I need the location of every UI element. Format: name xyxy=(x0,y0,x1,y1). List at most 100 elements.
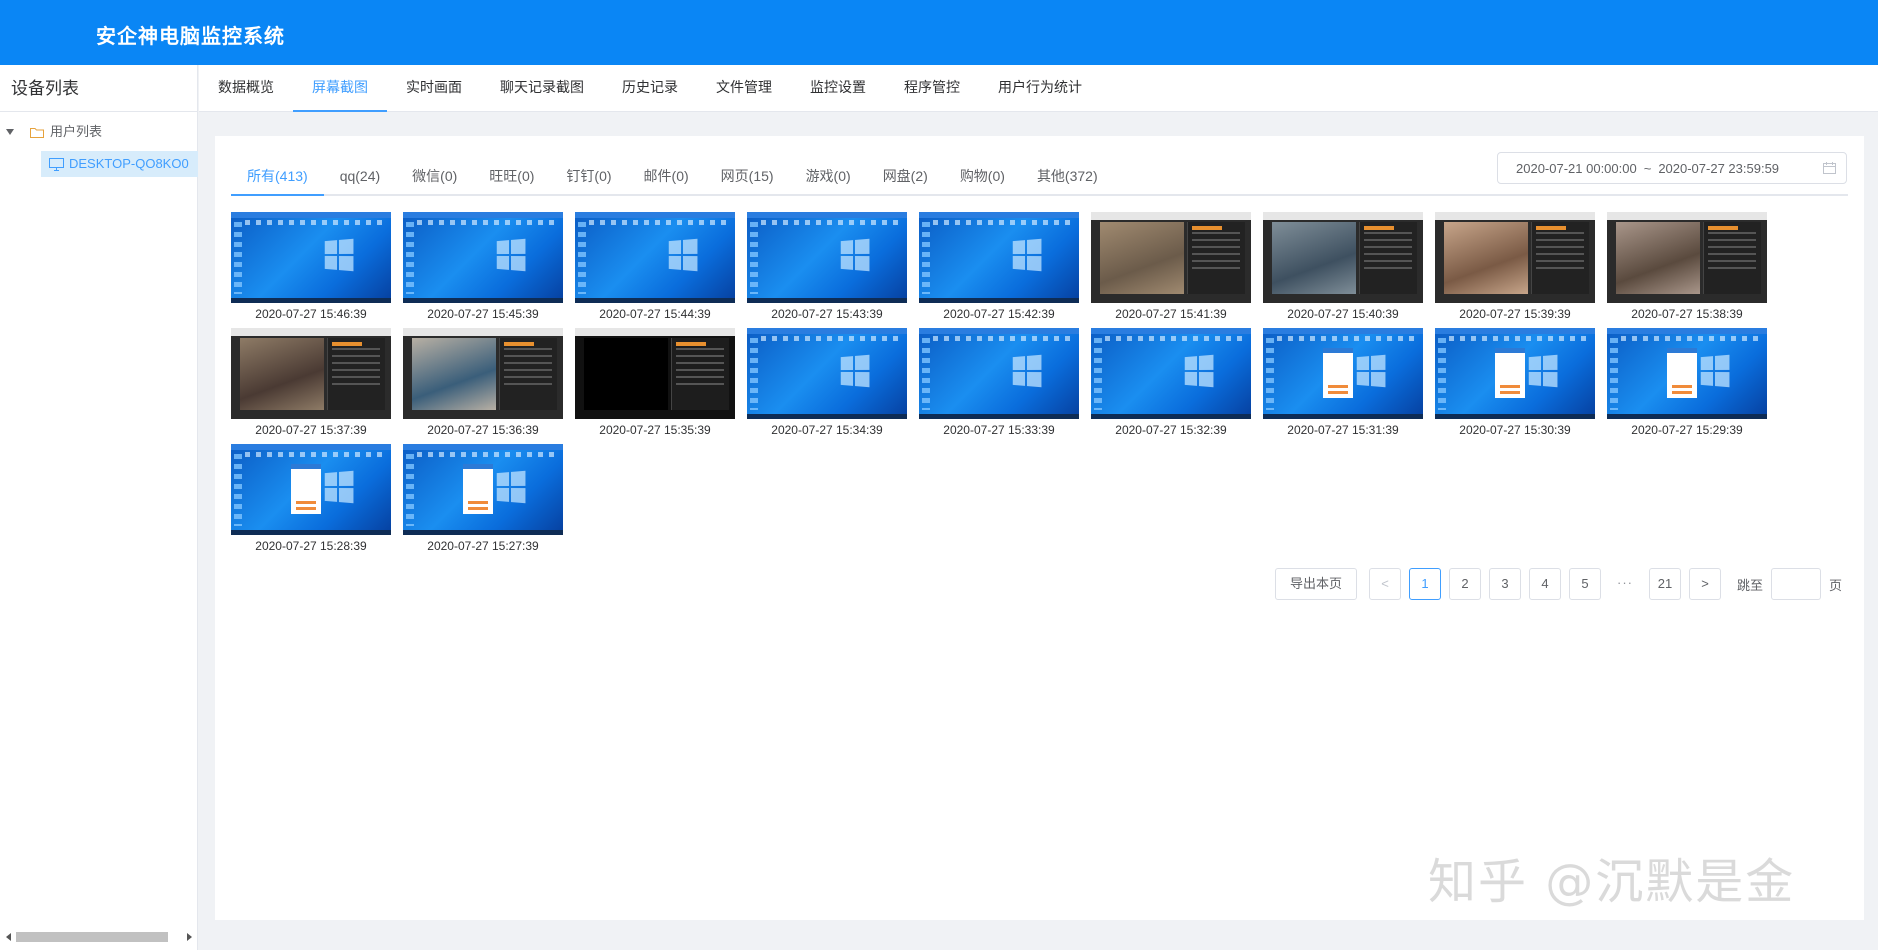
screenshot-thumbnail[interactable]: 2020-07-27 15:38:39 xyxy=(1607,212,1767,322)
nav-tab-2[interactable]: 实时画面 xyxy=(387,65,481,112)
category-tab-1[interactable]: qq(24) xyxy=(324,156,396,196)
screenshot-image[interactable] xyxy=(231,444,391,535)
page-button-1[interactable]: 1 xyxy=(1409,568,1442,600)
screenshot-timestamp: 2020-07-27 15:40:39 xyxy=(1287,307,1399,321)
scroll-left-icon[interactable] xyxy=(6,933,11,941)
screenshot-image[interactable] xyxy=(747,328,907,419)
screenshot-panel: 所有(413) qq(24) 微信(0) 旺旺(0) 钉钉(0) 邮件(0) 网页(15) 游… xyxy=(215,136,1864,920)
screenshot-image[interactable] xyxy=(1607,328,1767,419)
tree-node-device[interactable]: DESKTOP-QO8KO0 xyxy=(41,151,198,177)
scroll-right-icon[interactable] xyxy=(187,933,192,941)
screenshot-thumbnail[interactable]: 2020-07-27 15:42:39 xyxy=(919,212,1079,322)
screenshot-thumbnail[interactable]: 2020-07-27 15:28:39 xyxy=(231,444,391,554)
export-page-button[interactable]: 导出本页 xyxy=(1275,568,1358,600)
date-range-end: 2020-07-27 23:59:59 xyxy=(1658,160,1780,176)
pagination: 导出本页 < 12345 ··· 21 > 跳至 页 xyxy=(1275,568,1842,600)
page-unit-label: 页 xyxy=(1829,577,1843,593)
computer-icon xyxy=(49,157,64,171)
page-button-2[interactable]: 2 xyxy=(1449,568,1482,600)
caret-down-icon[interactable] xyxy=(6,129,14,135)
screenshot-timestamp: 2020-07-27 15:30:39 xyxy=(1459,423,1571,437)
screenshot-image[interactable] xyxy=(575,212,735,303)
category-tab-8[interactable]: 网盘(2) xyxy=(867,156,944,196)
category-tab-2[interactable]: 微信(0) xyxy=(396,156,473,196)
nav-tab-0[interactable]: 数据概览 xyxy=(199,65,293,112)
nav-tab-7[interactable]: 程序管控 xyxy=(885,65,979,112)
screenshot-image[interactable] xyxy=(403,444,563,535)
screenshot-thumbnail[interactable]: 2020-07-27 15:31:39 xyxy=(1263,328,1423,438)
nav-tab-1[interactable]: 屏幕截图 xyxy=(293,65,387,112)
screenshot-image[interactable] xyxy=(747,212,907,303)
next-page-button[interactable]: > xyxy=(1689,568,1722,600)
screenshot-thumbnail[interactable]: 2020-07-27 15:36:39 xyxy=(403,328,563,438)
screenshot-image[interactable] xyxy=(1435,328,1595,419)
screenshot-thumbnail[interactable]: 2020-07-27 15:29:39 xyxy=(1607,328,1767,438)
watermark: 知乎 @沉默是金 xyxy=(1428,854,1796,910)
screenshot-thumbnail[interactable]: 2020-07-27 15:33:39 xyxy=(919,328,1079,438)
screenshot-timestamp: 2020-07-27 15:34:39 xyxy=(771,423,883,437)
sidebar-horizontal-scrollbar[interactable] xyxy=(0,929,198,945)
page-button-3[interactable]: 3 xyxy=(1489,568,1522,600)
screenshot-image[interactable] xyxy=(919,328,1079,419)
folder-icon xyxy=(30,127,44,138)
category-tab-5[interactable]: 邮件(0) xyxy=(628,156,705,196)
nav-tab-6[interactable]: 监控设置 xyxy=(791,65,885,112)
nav-tab-8[interactable]: 用户行为统计 xyxy=(979,65,1101,112)
screenshot-thumbnail[interactable]: 2020-07-27 15:41:39 xyxy=(1091,212,1251,322)
screenshot-timestamp: 2020-07-27 15:41:39 xyxy=(1115,307,1227,321)
screenshot-image[interactable] xyxy=(231,328,391,419)
app-title: 安企神电脑监控系统 xyxy=(96,26,285,48)
date-range-separator: ~ xyxy=(1643,160,1652,176)
screenshot-timestamp: 2020-07-27 15:42:39 xyxy=(943,307,1055,321)
screenshot-thumbnail[interactable]: 2020-07-27 15:46:39 xyxy=(231,212,391,322)
screenshot-image[interactable] xyxy=(403,328,563,419)
category-tab-10[interactable]: 其他(372) xyxy=(1021,156,1114,196)
page-button-5[interactable]: 5 xyxy=(1569,568,1602,600)
screenshot-image[interactable] xyxy=(1435,212,1595,303)
screenshot-image[interactable] xyxy=(403,212,563,303)
scrollbar-thumb[interactable] xyxy=(16,932,168,942)
jump-label: 跳至 xyxy=(1737,577,1764,593)
screenshot-timestamp: 2020-07-27 15:32:39 xyxy=(1115,423,1227,437)
screenshot-thumbnail[interactable]: 2020-07-27 15:30:39 xyxy=(1435,328,1595,438)
screenshot-thumbnail[interactable]: 2020-07-27 15:45:39 xyxy=(403,212,563,322)
screenshot-thumbnail[interactable]: 2020-07-27 15:44:39 xyxy=(575,212,735,322)
screenshot-thumbnail[interactable]: 2020-07-27 15:40:39 xyxy=(1263,212,1423,322)
screenshot-thumbnail[interactable]: 2020-07-27 15:34:39 xyxy=(747,328,907,438)
screenshot-thumbnail[interactable]: 2020-07-27 15:39:39 xyxy=(1435,212,1595,322)
screenshot-image[interactable] xyxy=(231,212,391,303)
nav-tab-3[interactable]: 聊天记录截图 xyxy=(481,65,603,112)
screenshot-image[interactable] xyxy=(1263,212,1423,303)
screenshot-thumbnail[interactable]: 2020-07-27 15:37:39 xyxy=(231,328,391,438)
date-range-picker[interactable]: 2020-07-21 00:00:00 ~ 2020-07-27 23:59:5… xyxy=(1497,152,1847,184)
screenshot-timestamp: 2020-07-27 15:28:39 xyxy=(255,539,367,553)
tree-node-user-list[interactable]: 用户列表 xyxy=(6,119,102,145)
screenshot-thumbnail[interactable]: 2020-07-27 15:35:39 xyxy=(575,328,735,438)
nav-tab-4[interactable]: 历史记录 xyxy=(603,65,697,112)
screenshot-thumbnail[interactable]: 2020-07-27 15:32:39 xyxy=(1091,328,1251,438)
more-pages-icon[interactable]: ··· xyxy=(1609,568,1641,600)
category-tab-9[interactable]: 购物(0) xyxy=(944,156,1021,196)
category-tab-3[interactable]: 旺旺(0) xyxy=(473,156,550,196)
page-button-4[interactable]: 4 xyxy=(1529,568,1562,600)
screenshot-image[interactable] xyxy=(1091,328,1251,419)
prev-page-button[interactable]: < xyxy=(1369,568,1402,600)
page-numbers: 12345 xyxy=(1405,568,1605,600)
screenshot-timestamp: 2020-07-27 15:46:39 xyxy=(255,307,367,321)
date-range-start: 2020-07-21 00:00:00 xyxy=(1516,160,1637,176)
tree-device-label: DESKTOP-QO8KO0 xyxy=(69,156,189,171)
screenshot-image[interactable] xyxy=(575,328,735,419)
screenshot-thumbnail[interactable]: 2020-07-27 15:27:39 xyxy=(403,444,563,554)
category-tab-7[interactable]: 游戏(0) xyxy=(790,156,867,196)
category-tab-0[interactable]: 所有(413) xyxy=(231,156,324,196)
jump-page-input[interactable] xyxy=(1771,568,1822,600)
category-tab-6[interactable]: 网页(15) xyxy=(705,156,790,196)
category-tab-4[interactable]: 钉钉(0) xyxy=(550,156,627,196)
screenshot-thumbnail[interactable]: 2020-07-27 15:43:39 xyxy=(747,212,907,322)
nav-tab-5[interactable]: 文件管理 xyxy=(697,65,791,112)
page-button-last[interactable]: 21 xyxy=(1649,568,1682,600)
screenshot-image[interactable] xyxy=(1263,328,1423,419)
screenshot-image[interactable] xyxy=(1091,212,1251,303)
screenshot-image[interactable] xyxy=(919,212,1079,303)
screenshot-image[interactable] xyxy=(1607,212,1767,303)
